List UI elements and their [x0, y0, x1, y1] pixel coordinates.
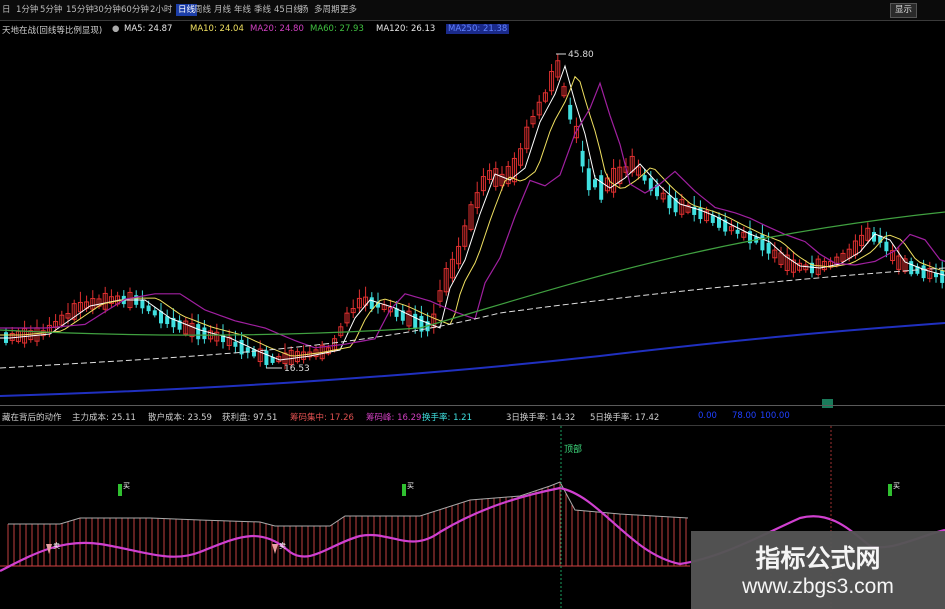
indicator-value-9: 0.00 [698, 411, 717, 421]
period-toolbar: 日 1分钟 5分钟 15分钟 30分钟 60分钟 2小时 日线 周线 月线 年线 季线 45日线扬多周期… [0, 0, 945, 21]
indicator-value-8: 5日换手率: 17.42 [590, 413, 660, 423]
low-price-label: 16.53 [284, 364, 310, 374]
ma250-line [0, 322, 945, 397]
high-price-label: 45.80 [568, 50, 594, 60]
period-tab-10[interactable]: 年线 [234, 4, 251, 16]
ma60-line [0, 211, 945, 336]
buy-signal-icon [118, 484, 122, 496]
indicator-value-11: 100.00 [760, 411, 790, 421]
period-tab-3[interactable]: 15分钟 [66, 4, 94, 16]
period-tab-11[interactable]: 季线 [254, 4, 271, 16]
period-tab-0[interactable]: 日 [2, 4, 11, 16]
candle-down [264, 350, 269, 365]
candle-down [202, 327, 207, 340]
candle-down [593, 179, 597, 188]
period-tab-8[interactable]: 周线 [194, 4, 211, 16]
candle-down [599, 175, 604, 200]
buy-signal-icon [402, 484, 406, 496]
candle-down [642, 175, 647, 181]
buy-signal-label: 买 [123, 482, 130, 490]
display-button[interactable]: 显示 [890, 3, 918, 18]
settings-icon[interactable]: ● [112, 24, 119, 34]
buy-signal-label: 买 [893, 482, 900, 490]
candle-down [152, 310, 157, 316]
indicator-value-5: 筹码峰: 16.29 [366, 413, 422, 423]
candle-down [413, 313, 418, 329]
period-tab-6[interactable]: 2小时 [150, 4, 172, 16]
candle-down [766, 242, 771, 254]
sell-signal-label: 卖 [53, 542, 60, 550]
ma-label-5: MA250: 21.38 [446, 24, 510, 34]
sell-signal-label: 卖 [279, 542, 286, 550]
candle-down [146, 305, 151, 312]
period-tab-15[interactable]: 更多 [340, 4, 357, 16]
candle-down [710, 215, 715, 223]
watermark-banner: 指标公式网 www.zbgs3.com [691, 531, 945, 609]
candle-down [884, 241, 889, 252]
ma-label-1: MA10: 24.04 [190, 24, 244, 34]
panel-divider [0, 405, 945, 406]
candle-down [586, 168, 591, 191]
top-label: 顶部 [564, 443, 582, 455]
main-kline-chart[interactable]: 45.80 16.53 [0, 38, 945, 403]
period-tab-12[interactable]: 45日线 [274, 4, 302, 16]
candle-down [735, 229, 740, 234]
period-tab-14[interactable]: 多周期 [314, 4, 340, 16]
scroll-marker-icon[interactable] [822, 399, 833, 408]
period-tab-4[interactable]: 30分钟 [93, 4, 121, 16]
period-tab-13[interactable]: 扬 [300, 4, 309, 16]
candle-down [369, 297, 374, 309]
indicator-name[interactable]: 天地在战(回线等比例显现) [2, 24, 102, 36]
buy-signal-icon [888, 484, 892, 496]
candle-down [196, 324, 201, 340]
indicator-value-3: 获利盘: 97.51 [222, 413, 278, 423]
candle-down [568, 104, 573, 120]
buy-signal-label: 买 [407, 482, 414, 490]
period-tab-9[interactable]: 月线 [214, 4, 231, 16]
period-tab-2[interactable]: 5分钟 [40, 4, 62, 16]
indicator-value-7: 3日换手率: 14.32 [506, 413, 576, 423]
watermark-url: www.zbgs3.com [742, 575, 894, 598]
ma-label-4: MA120: 26.13 [376, 24, 436, 34]
candle-down [921, 265, 926, 279]
watermark-title: 指标公式网 [755, 544, 881, 573]
indicator-value-0: 藏在背后的动作 [2, 413, 62, 423]
candle-down [580, 150, 585, 167]
indicator-legend-row: 藏在背后的动作 主力成本: 25.11 散户成本: 23.59 获利盘: 97.51 筹… [0, 409, 945, 423]
sell-signal-icon [272, 544, 278, 554]
candle-down [233, 341, 238, 347]
ma-label-2: MA20: 24.80 [250, 24, 304, 34]
candle-down [760, 234, 765, 251]
indicator-value-2: 散户成本: 23.59 [148, 413, 212, 423]
indicator-value-6: 换手率: 1.21 [422, 413, 472, 423]
ma-legend-row: 天地在战(回线等比例显现) ● MA5: 24.87 MA10: 24.04 MA2… [0, 22, 945, 36]
period-tab-5[interactable]: 60分钟 [121, 4, 149, 16]
ma-label-3: MA60: 27.93 [310, 24, 364, 34]
candle-down [140, 299, 145, 309]
indicator-value-4: 筹码集中: 17.26 [290, 413, 354, 423]
period-tab-1[interactable]: 1分钟 [16, 4, 38, 16]
candle-down [667, 195, 672, 209]
candle-down [909, 261, 914, 275]
indicator-value-1: 主力成本: 25.11 [72, 413, 136, 423]
indicator-value-10: 78.00 [732, 411, 757, 421]
candle-down [940, 270, 945, 283]
ma-label-0: MA5: 24.87 [124, 24, 173, 34]
